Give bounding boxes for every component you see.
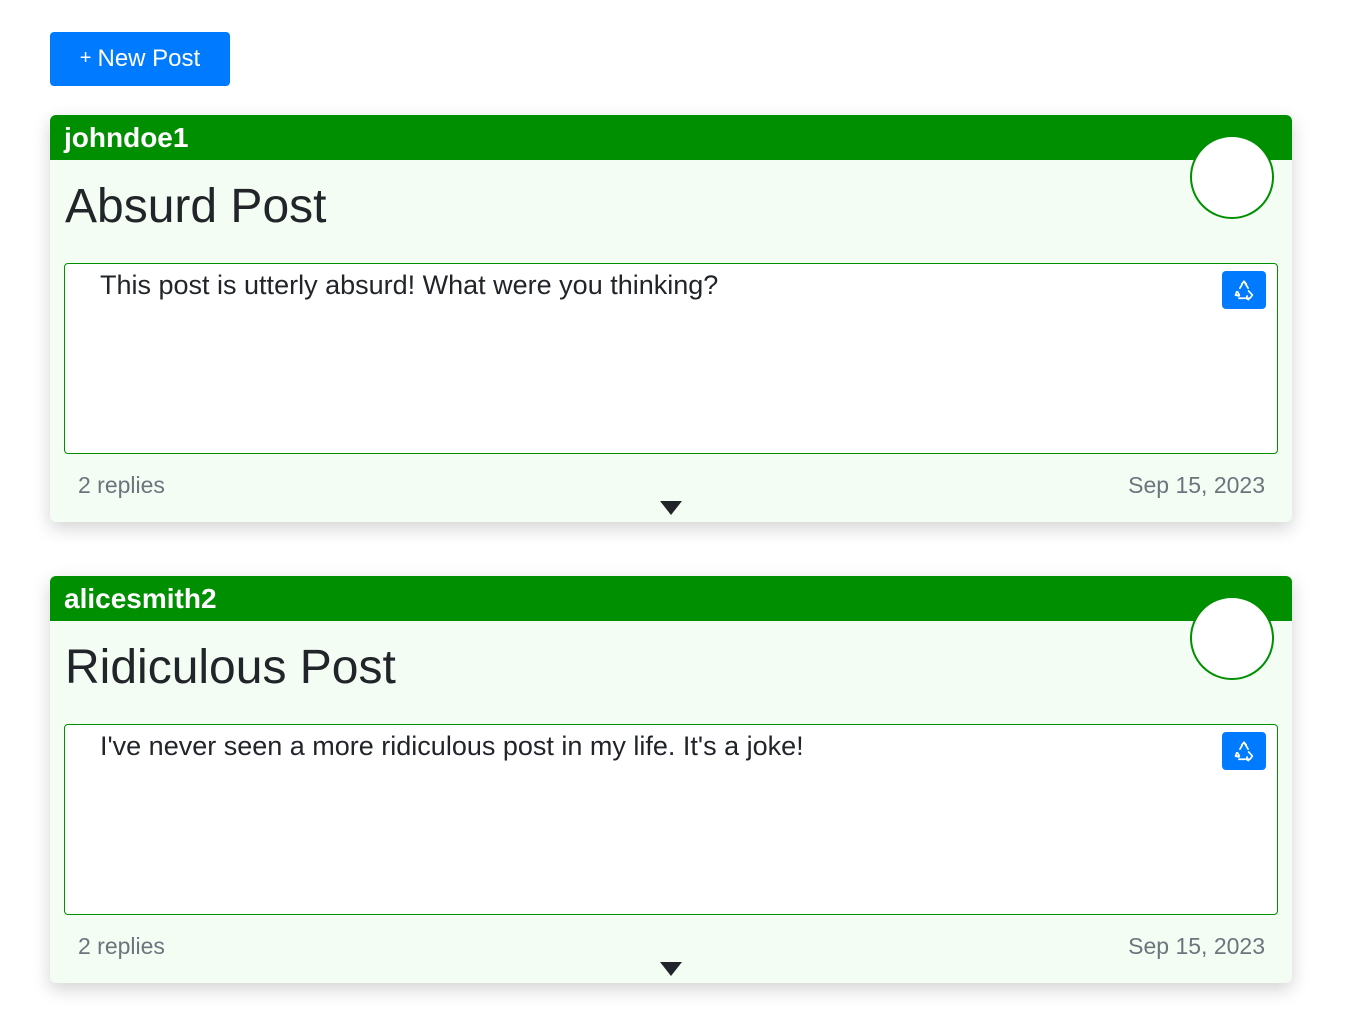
plus-icon: + [79,46,92,69]
replies-count: 2 replies [78,472,165,498]
recycle-button[interactable] [1222,732,1266,770]
post-date: Sep 15, 2023 [1128,472,1265,498]
post-text: I've never seen a more ridiculous post i… [100,731,804,761]
avatar[interactable] [1190,135,1274,219]
post-date: Sep 15, 2023 [1128,933,1265,959]
recycle-icon [1234,280,1254,301]
post-header: alicesmith2 [50,576,1292,621]
recycle-icon [1234,741,1254,762]
post-body: I've never seen a more ridiculous post i… [64,724,1278,915]
post-header: johndoe1 [50,115,1292,160]
caret-down-icon[interactable] [660,501,682,515]
new-post-button[interactable]: + New Post [50,32,230,86]
post-card: johndoe1 Absurd Post This post is utterl… [50,115,1292,522]
post-card: alicesmith2 Ridiculous Post I've never s… [50,576,1292,983]
replies-count: 2 replies [78,933,165,959]
post-title: Absurd Post [65,180,327,233]
new-post-label: New Post [97,45,201,72]
avatar[interactable] [1190,596,1274,680]
caret-down-icon[interactable] [660,962,682,976]
post-username[interactable]: alicesmith2 [64,583,217,614]
post-body: This post is utterly absurd! What were y… [64,263,1278,454]
post-username[interactable]: johndoe1 [64,122,188,153]
post-title: Ridiculous Post [65,641,396,694]
post-text: This post is utterly absurd! What were y… [100,270,719,300]
recycle-button[interactable] [1222,271,1266,309]
